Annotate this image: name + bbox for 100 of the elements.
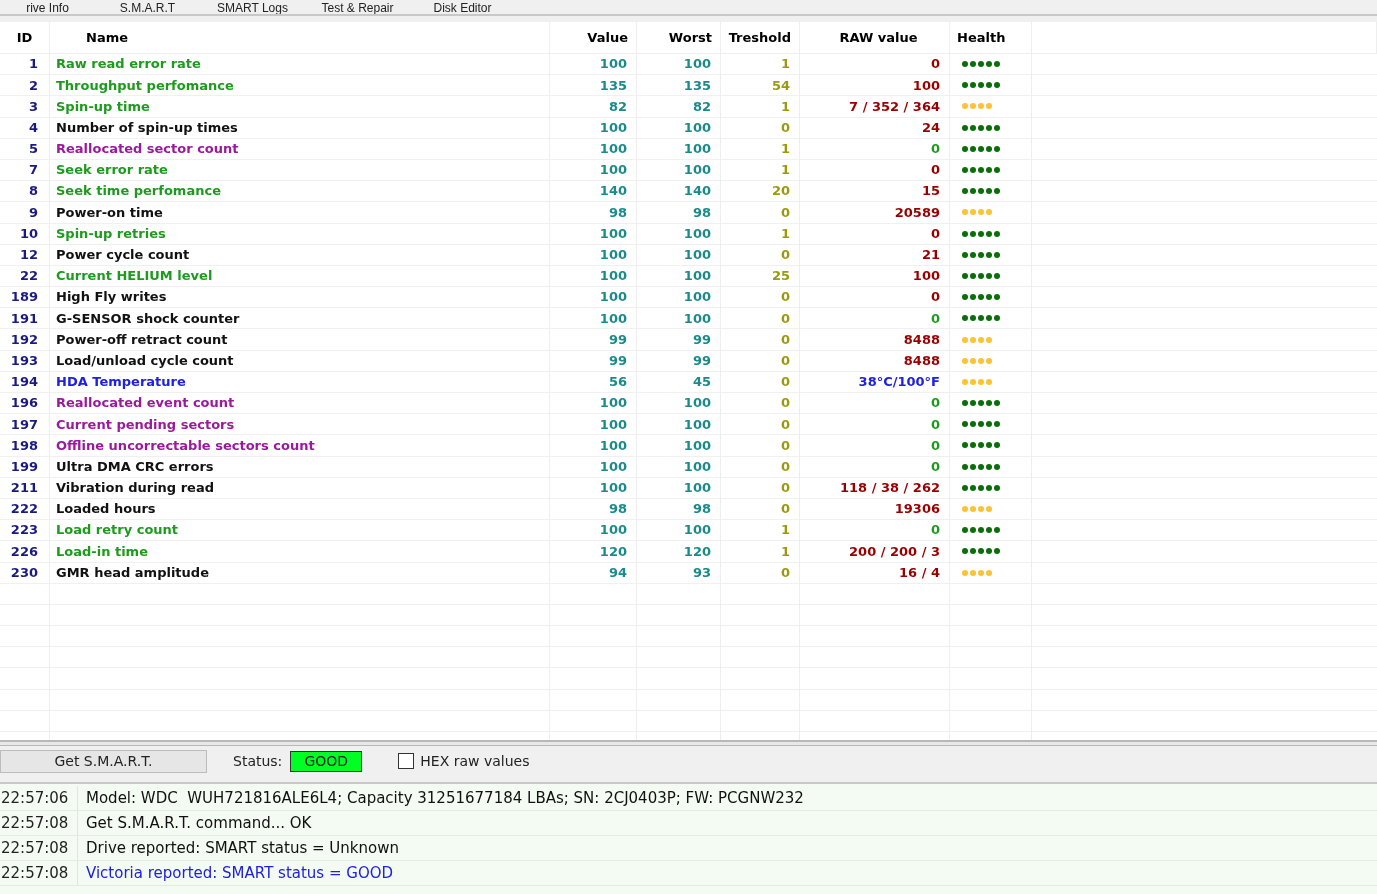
attribute-id: 5 [28,140,38,159]
attribute-name: Spin-up retries [56,224,166,243]
raw-value-cell-text: 0 [930,309,940,328]
attribute-name: Reallocated sector count [56,140,239,159]
attribute-id: 191 [10,309,38,328]
attribute-id: 22 [19,267,38,286]
tab[interactable]: SMART Logs [200,2,305,14]
threshold-cell-text: 1 [780,97,790,116]
worst-cell-text: 100 [683,246,711,265]
raw-value-cell-text: 20589 [894,203,940,222]
value-cell-text: 100 [599,246,627,265]
worst-cell-text: 100 [683,415,711,434]
value-cell-text: 100 [599,224,627,243]
attribute-name: Power-on time [56,203,163,222]
raw-value-cell-text: 21 [921,246,940,265]
value-cell-text: 94 [608,563,627,582]
tab[interactable]: S.M.A.R.T [95,2,200,14]
column-header[interactable]: RAW value [839,27,918,48]
worst-cell-text: 99 [692,330,711,349]
attribute-id: 189 [10,288,38,307]
raw-value-cell-text: 0 [930,457,940,476]
log-time: 22:57:08 [0,811,78,835]
tab[interactable]: rive Info [0,2,95,14]
threshold-cell-text: 0 [780,351,790,370]
log-time: 22:57:08 [0,861,78,885]
column-header[interactable]: Worst [668,27,712,48]
log-message: Get S.M.A.R.T. command... OK [85,812,312,834]
tab[interactable]: Disk Editor [410,2,515,14]
worst-cell-text: 100 [683,309,711,328]
raw-value-cell-text: 0 [930,140,940,159]
column-header[interactable]: Health [957,27,1006,48]
tab[interactable]: Test & Repair [305,2,410,14]
value-cell-text: 100 [599,479,627,498]
attribute-id: 12 [19,246,38,265]
value-cell-text: 100 [599,521,627,540]
worst-cell-text: 100 [683,140,711,159]
value-cell-text: 100 [599,118,627,137]
attribute-name: Vibration during read [56,479,214,498]
worst-cell-text: 100 [683,394,711,413]
log-message: Victoria reported: SMART status = GOOD [85,862,394,884]
value-cell-text: 135 [599,76,627,95]
value-cell-text: 99 [608,351,627,370]
threshold-cell-text: 25 [771,267,790,286]
column-header[interactable]: Name [86,27,128,48]
attribute-id: 192 [10,330,38,349]
value-cell-text: 98 [608,203,627,222]
worst-cell-text: 100 [683,267,711,286]
hex-checkbox[interactable] [398,753,415,769]
threshold-cell-text: 0 [780,563,790,582]
attribute-id: 197 [10,415,38,434]
attribute-id: 10 [19,224,38,243]
hex-label: HEX raw values [420,751,530,771]
worst-cell-text: 100 [683,479,711,498]
raw-value-cell-text: 19306 [894,500,940,519]
value-cell-text: 100 [599,55,627,74]
get-smart-button[interactable]: Get S.M.A.R.T. [0,749,207,773]
worst-cell-text: 135 [683,76,711,95]
value-cell-text: 100 [599,436,627,455]
threshold-cell-text: 54 [771,76,790,95]
value-cell-text: 100 [599,415,627,434]
raw-value-cell-text: 15 [921,182,940,201]
attribute-name: Load-in time [56,542,148,561]
threshold-cell-text: 20 [771,182,790,201]
attribute-name: G-SENSOR shock counter [56,309,240,328]
threshold-cell-text: 0 [780,479,790,498]
attribute-name: Current HELIUM level [56,267,213,286]
value-cell-text: 100 [599,394,627,413]
attribute-name: Loaded hours [56,500,156,519]
attribute-id: 199 [10,457,38,476]
column-header[interactable]: ID [16,27,33,48]
threshold-cell-text: 0 [780,118,790,137]
value-cell-text: 100 [599,309,627,328]
threshold-cell-text: 0 [780,309,790,328]
attribute-name: Load/unload cycle count [56,351,234,370]
raw-value-cell-text: 100 [912,76,940,95]
attribute-id: 8 [28,182,38,201]
raw-value-cell-text: 0 [930,415,940,434]
attribute-name: HDA Temperature [56,373,186,392]
raw-value-cell-text: 0 [930,436,940,455]
worst-cell-text: 98 [692,500,711,519]
column-header[interactable]: Treshold [728,27,791,48]
raw-value-cell-text: 0 [930,521,940,540]
value-cell-text: 100 [599,288,627,307]
threshold-cell-text: 0 [780,415,790,434]
worst-cell-text: 45 [692,373,711,392]
worst-cell-text: 100 [683,288,711,307]
column-header[interactable]: Value [587,27,628,48]
attribute-id: 211 [10,479,38,498]
worst-cell-text: 82 [692,97,711,116]
raw-value-cell-text: 38°C/100°F [858,373,940,392]
attribute-id: 198 [10,436,38,455]
raw-value-cell-text: 0 [930,224,940,243]
attribute-name: Load retry count [56,521,179,540]
log-message: Model: WDC WUH721816ALE6L4; Capacity 31251677184 LBAs; SN: 2CJ0403P; FW: PCGNW232 [85,787,804,809]
worst-cell-text: 100 [683,436,711,455]
value-cell-text: 120 [599,542,627,561]
raw-value-cell-text: 24 [921,118,940,137]
attribute-id: 193 [10,351,38,370]
threshold-cell-text: 1 [780,224,790,243]
worst-cell-text: 100 [683,224,711,243]
